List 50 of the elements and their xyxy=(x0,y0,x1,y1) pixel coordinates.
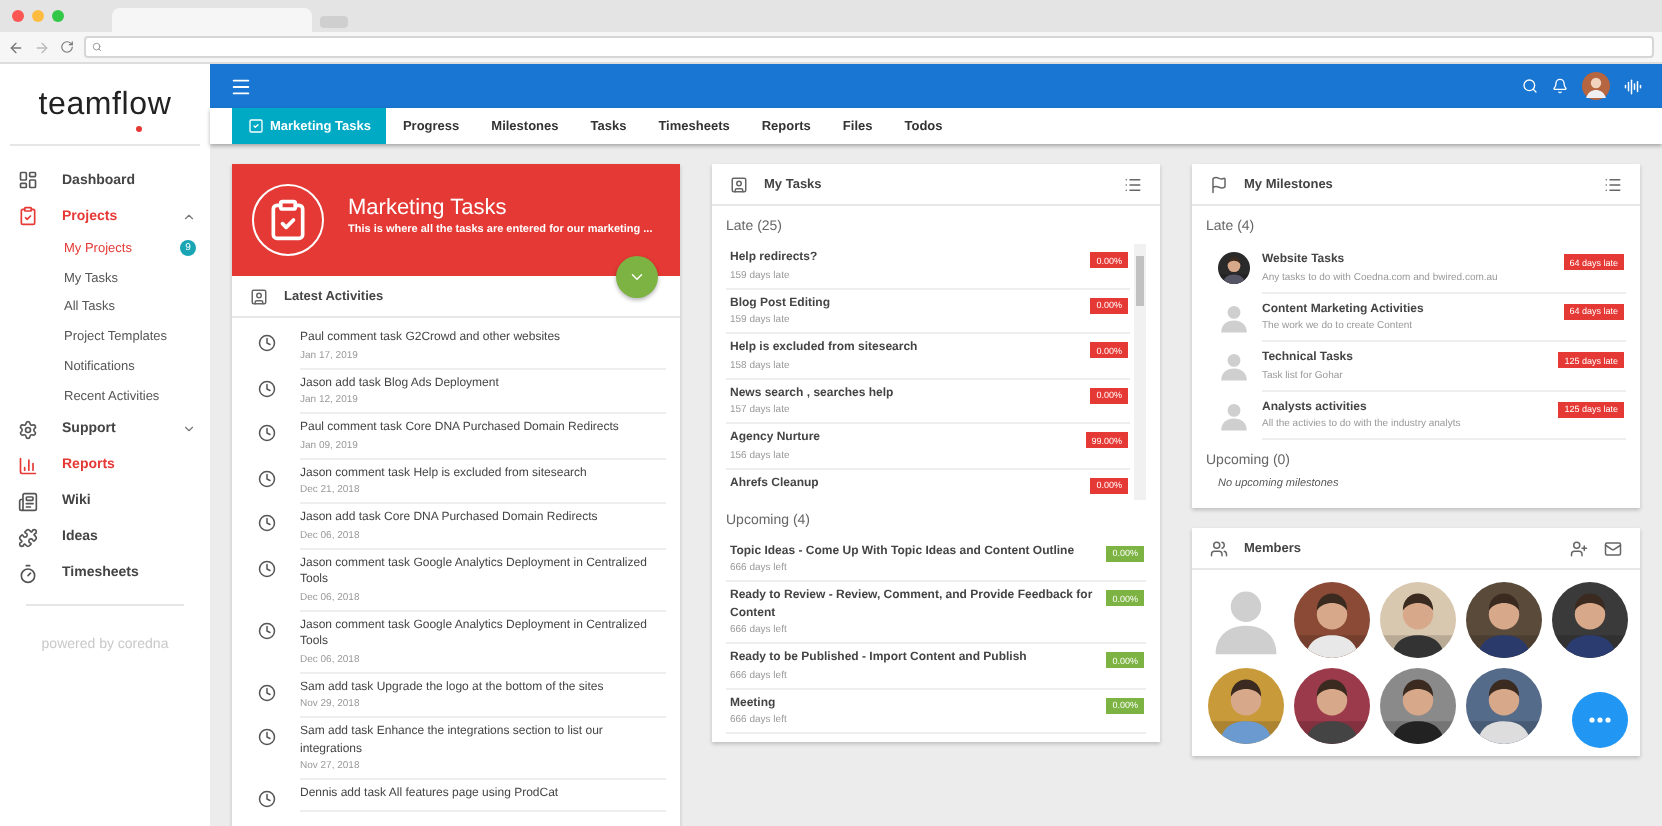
clock-icon xyxy=(257,424,275,442)
mail-icon[interactable] xyxy=(1604,539,1622,557)
waveform-icon[interactable] xyxy=(1624,77,1642,95)
bell-icon[interactable] xyxy=(1552,78,1568,94)
menu-icon[interactable] xyxy=(230,75,252,97)
bar-chart-icon xyxy=(18,455,38,476)
clock-icon xyxy=(257,379,275,397)
id-card-icon xyxy=(250,287,268,305)
clipboard-check-icon xyxy=(252,184,324,256)
clock-icon xyxy=(257,621,275,639)
logo-dot-icon xyxy=(135,126,142,132)
scroll-thumb[interactable] xyxy=(1136,256,1144,306)
logo: teamflow xyxy=(38,88,172,124)
gear-icon xyxy=(18,419,38,440)
clock-icon xyxy=(257,559,275,577)
clock-icon xyxy=(257,469,275,487)
flag-icon xyxy=(1210,175,1228,193)
people-icon xyxy=(1210,539,1228,557)
chevron-down-icon[interactable] xyxy=(182,422,196,437)
stopwatch-icon xyxy=(18,563,38,584)
puzzle-icon xyxy=(18,527,38,548)
clipboard-icon xyxy=(18,206,38,226)
chevron-up-icon[interactable] xyxy=(182,209,196,223)
chevron-down-icon xyxy=(628,268,646,286)
clock-icon xyxy=(257,334,275,352)
close-dot[interactable] xyxy=(12,10,24,22)
user-avatar[interactable] xyxy=(1582,72,1610,100)
checkbox-icon xyxy=(248,118,264,134)
back-icon[interactable] xyxy=(8,39,24,55)
search-icon xyxy=(92,42,102,52)
search-icon[interactable] xyxy=(1522,78,1538,94)
list-icon[interactable] xyxy=(1604,175,1622,193)
clock-icon xyxy=(257,728,275,746)
clock-icon xyxy=(257,514,275,532)
reload-icon[interactable] xyxy=(60,40,74,54)
newspaper-icon xyxy=(18,491,38,512)
more-icon xyxy=(1588,716,1612,724)
address-field[interactable] xyxy=(84,36,1654,58)
expand-button[interactable] xyxy=(616,256,658,298)
person-card-icon xyxy=(730,175,748,193)
clock-icon xyxy=(257,683,275,701)
project-title: Marketing Tasks xyxy=(348,196,509,220)
list-icon[interactable] xyxy=(1124,175,1142,193)
minimize-dot[interactable] xyxy=(32,10,44,22)
dashboard-icon xyxy=(18,170,38,190)
scrollbar[interactable] xyxy=(1134,244,1146,499)
add-person-icon[interactable] xyxy=(1570,539,1588,557)
zoom-dot[interactable] xyxy=(52,10,64,22)
clock-icon xyxy=(257,790,275,808)
more-button[interactable] xyxy=(1572,692,1628,748)
